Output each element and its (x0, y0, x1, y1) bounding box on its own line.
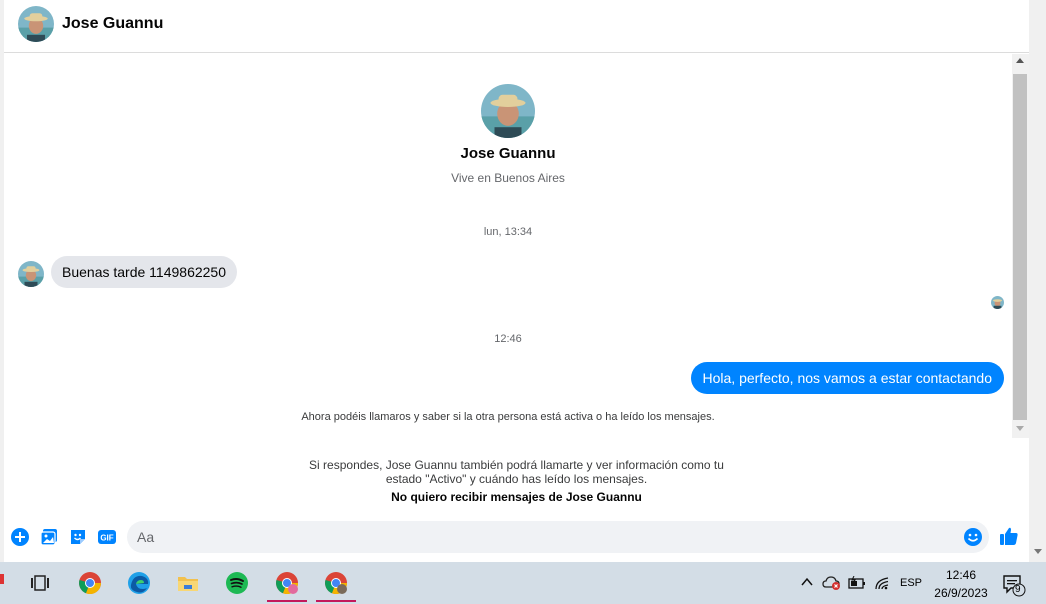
cloud-sync-error-icon[interactable] (822, 575, 842, 604)
contact-name[interactable]: Jose Guannu (62, 15, 163, 33)
sender-avatar[interactable] (18, 261, 44, 287)
reply-info-line: Si respondes, Jose Guannu también podrá … (309, 458, 724, 472)
outgoing-message[interactable]: Hola, perfecto, nos vamos a estar contac… (690, 362, 1004, 394)
profile-avatar[interactable] (481, 84, 535, 138)
scroll-thumb[interactable] (1013, 74, 1027, 420)
seen-indicator-avatar (991, 296, 1004, 309)
chat-header: Jose Guannu (4, 0, 1029, 53)
emoji-icon[interactable] (963, 527, 983, 547)
reply-info-line: estado "Activo" y cuándo has leído los m… (385, 472, 648, 486)
call-notice: Ahora podéis llamaros y saber si la otra… (301, 411, 715, 423)
contact-avatar[interactable] (18, 6, 54, 42)
scroll-up-arrow-icon[interactable] (1016, 58, 1024, 63)
clock-time[interactable]: 12:46 (930, 568, 992, 582)
sticker-icon[interactable] (68, 527, 88, 547)
chrome-icon[interactable] (67, 564, 113, 602)
message-input-wrap (127, 521, 989, 553)
thumbs-up-icon[interactable] (999, 526, 1019, 546)
messenger-window: Jose Guannu Jose Guannu Vive en Buenos A… (4, 0, 1029, 562)
message-input[interactable] (137, 521, 947, 553)
notification-count: 9 (1015, 584, 1021, 595)
chevron-up-icon[interactable] (800, 576, 814, 604)
start-edge-icon[interactable] (0, 570, 8, 588)
timestamp: 12:46 (494, 333, 522, 345)
gif-label: GIF (100, 534, 113, 543)
chrome-profile-icon[interactable] (264, 564, 310, 602)
screen: Jose Guannu Jose Guannu Vive en Buenos A… (0, 0, 1046, 604)
timestamp: lun, 13:34 (483, 226, 533, 238)
wifi-icon[interactable] (874, 575, 890, 604)
file-explorer-icon[interactable] (165, 564, 211, 602)
message-thread: Jose Guannu Vive en Buenos Aires lun, 13… (4, 54, 1012, 434)
plus-circle-icon[interactable] (10, 527, 30, 547)
taskbar: ESP 12:46 26/9/2023 9 (0, 562, 1046, 604)
language-indicator[interactable]: ESP (900, 577, 922, 589)
spotify-icon[interactable] (214, 564, 260, 602)
page-scrollbar[interactable] (1029, 0, 1046, 562)
scroll-down-arrow-icon[interactable] (1016, 426, 1024, 431)
photo-icon[interactable] (39, 527, 59, 547)
profile-location: Vive en Buenos Aires (451, 171, 565, 185)
thread-scrollbar[interactable] (1012, 54, 1029, 438)
chrome-profile-2-icon[interactable] (313, 564, 359, 602)
gif-icon[interactable]: GIF (97, 527, 117, 547)
edge-icon[interactable] (116, 564, 162, 602)
reply-info: Si respondes, Jose Guannu también podrá … (4, 458, 1029, 486)
clock-date[interactable]: 26/9/2023 (930, 586, 992, 600)
page-scroll-down-icon[interactable] (1034, 549, 1042, 554)
composer: GIF (4, 517, 1029, 557)
incoming-message[interactable]: Buenas tarde 1149862250 (51, 256, 237, 288)
opt-out-link[interactable]: No quiero recibir mensajes de Jose Guann… (4, 490, 1029, 504)
profile-name: Jose Guannu (460, 145, 556, 162)
task-view-icon[interactable] (18, 564, 64, 602)
battery-icon[interactable] (848, 576, 866, 604)
